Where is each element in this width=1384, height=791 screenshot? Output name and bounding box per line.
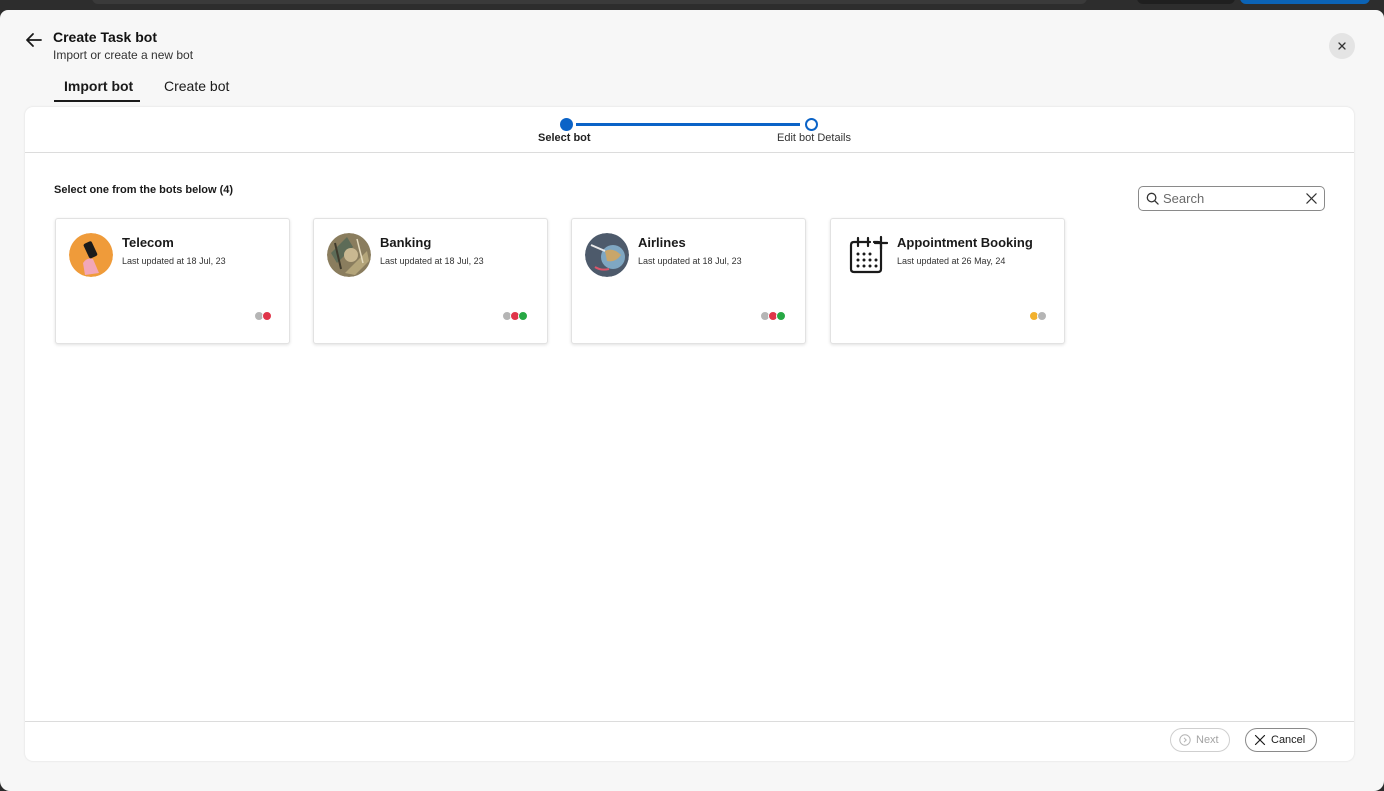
banking-avatar (327, 233, 371, 277)
cancel-button[interactable]: Cancel (1245, 728, 1317, 752)
bots-heading: Select one from the bots below (4) (54, 184, 234, 196)
bot-card-banking[interactable]: Banking Last updated at 18 Jul, 23 (313, 218, 548, 344)
airlines-avatar (585, 233, 629, 277)
calendar-plus-icon (844, 233, 888, 277)
bot-name: Airlines (638, 235, 686, 250)
step-label-select-bot: Select bot (538, 132, 591, 144)
step-indicator-current (560, 118, 573, 131)
whatsapp-channel-icon (518, 311, 528, 321)
tab-import-bot[interactable]: Import bot (64, 78, 133, 94)
modal-subtitle: Import or create a new bot (53, 48, 194, 62)
message-channel-icon (262, 311, 272, 321)
create-task-bot-modal: Create Task bot Import or create a new b… (0, 10, 1384, 791)
chevron-right-circle-icon (1179, 734, 1191, 746)
cancel-label: Cancel (1271, 734, 1306, 746)
next-label: Next (1196, 734, 1219, 746)
bot-name: Appointment Booking (897, 235, 1033, 250)
telecom-avatar (69, 233, 113, 277)
bot-updated: Last updated at 26 May, 24 (897, 256, 1006, 266)
top-bar-field (92, 0, 1087, 4)
whatsapp-channel-icon (776, 311, 786, 321)
channel-icons (254, 311, 272, 321)
back-arrow-icon[interactable] (22, 28, 46, 52)
bot-card-airlines[interactable]: Airlines Last updated at 18 Jul, 23 (571, 218, 806, 344)
wizard-panel: Select bot Edit bot Details Select one f… (25, 107, 1354, 761)
clear-search-icon[interactable] (1305, 192, 1318, 205)
bot-card-telecom[interactable]: Telecom Last updated at 18 Jul, 23 (55, 218, 290, 344)
browser-top-strip (0, 0, 1384, 10)
bot-card-appointment-booking[interactable]: Appointment Booking Last updated at 26 M… (830, 218, 1065, 344)
close-button[interactable] (1329, 33, 1355, 59)
channel-icons (1029, 311, 1047, 321)
divider (25, 152, 1354, 153)
bot-name: Banking (380, 235, 432, 250)
top-bar-primary-button (1240, 0, 1370, 4)
stepper-progress-line (576, 123, 800, 126)
top-bar-button (1137, 0, 1235, 4)
channel-icons (760, 311, 786, 321)
channel-icons (502, 311, 528, 321)
close-icon (1254, 734, 1266, 746)
footer-divider (25, 721, 1354, 722)
close-icon (1338, 42, 1346, 50)
search-field[interactable] (1138, 186, 1325, 211)
bot-updated: Last updated at 18 Jul, 23 (638, 256, 742, 266)
bot-name: Telecom (122, 235, 174, 250)
search-icon (1146, 192, 1159, 205)
bot-updated: Last updated at 18 Jul, 23 (380, 256, 484, 266)
active-tab-indicator (54, 100, 140, 102)
step-indicator-upcoming (805, 118, 818, 131)
search-input[interactable] (1163, 189, 1303, 207)
step-label-edit-details: Edit bot Details (777, 132, 851, 144)
bot-updated: Last updated at 18 Jul, 23 (122, 256, 226, 266)
next-button[interactable]: Next (1170, 728, 1230, 752)
modal-title: Create Task bot (53, 29, 157, 45)
tab-create-bot[interactable]: Create bot (164, 78, 229, 94)
chat-channel-icon (1037, 311, 1047, 321)
